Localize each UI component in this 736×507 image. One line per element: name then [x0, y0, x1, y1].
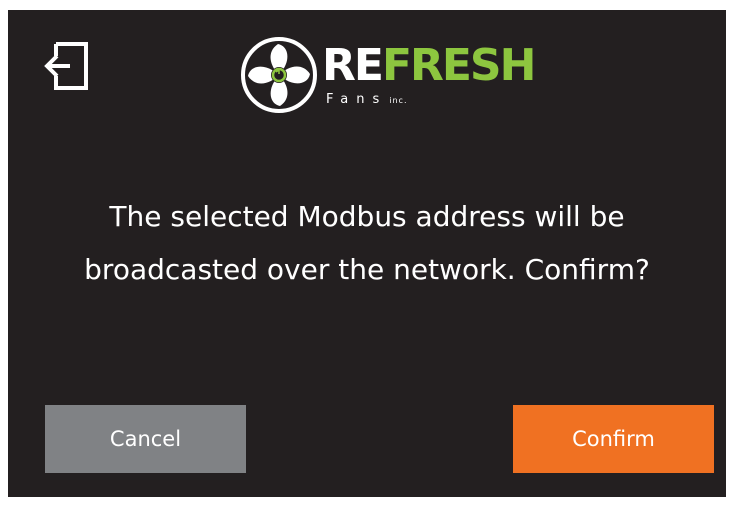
logo-subtitle-fans: Fans [326, 92, 388, 107]
confirm-button[interactable]: Confirm [513, 405, 714, 473]
refresh-fans-logo: REFRESH Fans inc. [240, 36, 536, 116]
exit-button[interactable] [42, 38, 92, 94]
confirm-button-label: Confirm [572, 427, 655, 451]
cancel-button[interactable]: Cancel [45, 405, 246, 473]
fan-icon [241, 37, 317, 113]
logo-word-re: RE [322, 40, 384, 91]
confirm-dialog-screen: REFRESH Fans inc. The selected Modbus add… [8, 10, 726, 497]
logo-subtitle-inc: inc. [389, 96, 408, 105]
logo-word-fresh: FRESH [381, 40, 537, 91]
logo-subtitle: Fans inc. [326, 92, 408, 107]
cancel-button-label: Cancel [109, 427, 182, 451]
confirm-message: The selected Modbus address will be broa… [84, 200, 650, 286]
logo-wordmark: REFRESH [322, 36, 537, 96]
exit-icon [44, 42, 88, 90]
